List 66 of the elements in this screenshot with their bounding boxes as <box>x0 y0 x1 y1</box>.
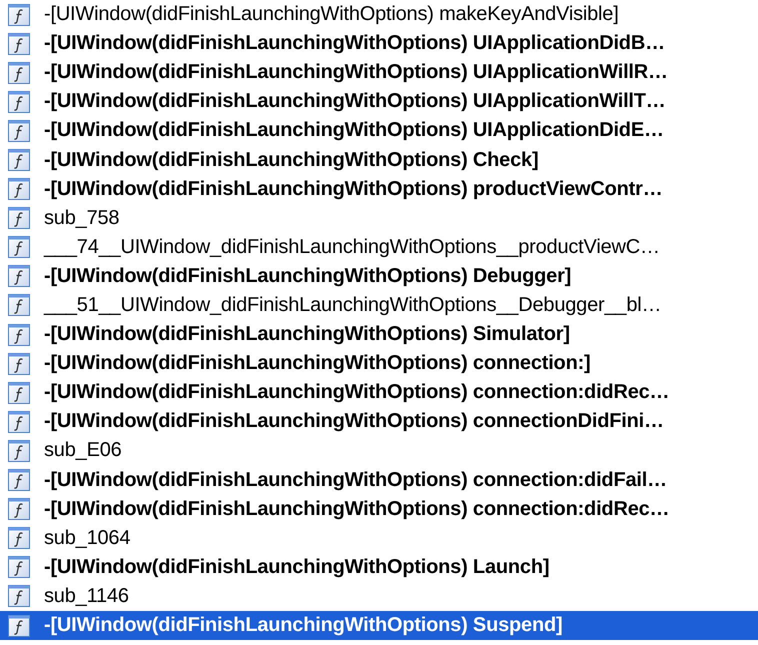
function-row[interactable]: ___74__UIWindow_didFinishLaunchingWithOptions__productViewC… <box>0 232 758 262</box>
function-icon <box>8 62 30 84</box>
function-row[interactable]: -[UIWindow(didFinishLaunchingWithOptions) Suspend] <box>0 610 758 640</box>
function-name: -[UIWindow(didFinishLaunchingWithOptions) connection:didFail… <box>44 468 667 492</box>
function-icon <box>8 469 30 492</box>
function-icon <box>8 585 30 608</box>
function-icon <box>8 32 30 55</box>
function-icon <box>8 614 30 637</box>
function-icon <box>8 90 30 113</box>
function-icon <box>8 556 30 578</box>
function-name: -[UIWindow(didFinishLaunchingWithOptions) Launch] <box>44 556 550 579</box>
function-row[interactable]: sub_1146 <box>0 582 758 611</box>
function-icon <box>8 410 30 433</box>
function-row[interactable]: -[UIWindow(didFinishLaunchingWithOptions) connection:] <box>0 349 758 378</box>
function-row[interactable]: -[UIWindow(didFinishLaunchingWithOptions) Simulator] <box>0 320 758 350</box>
function-row[interactable]: -[UIWindow(didFinishLaunchingWithOptions) connection:didFail… <box>0 466 758 495</box>
function-icon <box>8 207 30 230</box>
function-icon <box>8 294 30 316</box>
function-icon <box>8 440 30 462</box>
function-name: -[UIWindow(didFinishLaunchingWithOptions) UIApplicationWillT… <box>44 90 666 114</box>
function-row[interactable]: sub_758 <box>0 204 758 233</box>
function-row[interactable]: -[UIWindow(didFinishLaunchingWithOptions) Launch] <box>0 552 758 582</box>
function-name: sub_E06 <box>44 439 122 462</box>
function-icon <box>8 265 30 288</box>
function-row[interactable]: -[UIWindow(didFinishLaunchingWithOptions) UIApplicationWillR… <box>0 58 758 88</box>
function-row[interactable]: -[UIWindow(didFinishLaunchingWithOptions) Debugger] <box>0 262 758 291</box>
function-name: -[UIWindow(didFinishLaunchingWithOptions) Suspend] <box>44 614 562 638</box>
function-row[interactable]: -[UIWindow(didFinishLaunchingWithOptions) UIApplicationDidB… <box>0 29 758 58</box>
function-row[interactable]: sub_1064 <box>0 524 758 553</box>
function-name: -[UIWindow(didFinishLaunchingWithOptions) productViewContr… <box>44 178 662 201</box>
function-name: sub_1146 <box>44 584 129 608</box>
function-icon <box>8 352 30 375</box>
function-name: sub_1064 <box>44 526 130 550</box>
function-icon <box>8 382 30 404</box>
function-icon <box>8 527 30 550</box>
function-name: -[UIWindow(didFinishLaunchingWithOptions) Check] <box>44 148 538 172</box>
function-icon <box>8 120 30 142</box>
function-icon <box>8 4 30 26</box>
function-row[interactable]: -[UIWindow(didFinishLaunchingWithOptions) Check] <box>0 145 758 175</box>
function-icon <box>8 236 30 258</box>
function-row[interactable]: -[UIWindow(didFinishLaunchingWithOptions) connection:didRec… <box>0 378 758 408</box>
function-row[interactable]: -[UIWindow(didFinishLaunchingWithOptions) makeKeyAndVisible] <box>0 0 758 30</box>
function-row[interactable]: sub_E06 <box>0 436 758 466</box>
function-name: -[UIWindow(didFinishLaunchingWithOptions) connection:] <box>44 352 591 376</box>
function-name: -[UIWindow(didFinishLaunchingWithOptions) Debugger] <box>44 264 572 288</box>
function-icon <box>8 498 30 520</box>
function-name: ___74__UIWindow_didFinishLaunchingWithOptions__productViewC… <box>44 236 660 259</box>
function-icon <box>8 178 30 200</box>
function-row[interactable]: -[UIWindow(didFinishLaunchingWithOptions) UIApplicationDidE… <box>0 116 758 146</box>
function-name: -[UIWindow(didFinishLaunchingWithOptions) UIApplicationDidE… <box>44 119 664 142</box>
function-name: -[UIWindow(didFinishLaunchingWithOptions) connection:didRec… <box>44 381 670 404</box>
function-name: -[UIWindow(didFinishLaunchingWithOptions) UIApplicationWillR… <box>44 61 668 84</box>
function-name: ___51__UIWindow_didFinishLaunchingWithOptions__Debugger__bl… <box>44 294 662 317</box>
function-row[interactable]: ___51__UIWindow_didFinishLaunchingWithOptions__Debugger__bl… <box>0 290 758 320</box>
function-row[interactable]: -[UIWindow(didFinishLaunchingWithOptions) productViewContr… <box>0 174 758 204</box>
function-name: -[UIWindow(didFinishLaunchingWithOptions) connection:didRec… <box>44 498 670 521</box>
function-row[interactable]: -[UIWindow(didFinishLaunchingWithOptions) connectionDidFini… <box>0 407 758 436</box>
function-icon <box>8 324 30 346</box>
function-name: -[UIWindow(didFinishLaunchingWithOptions) makeKeyAndVisible] <box>44 3 619 26</box>
function-row[interactable]: -[UIWindow(didFinishLaunchingWithOptions) connection:didRec… <box>0 494 758 524</box>
function-name: -[UIWindow(didFinishLaunchingWithOptions) connectionDidFini… <box>44 410 664 434</box>
function-name: -[UIWindow(didFinishLaunchingWithOptions) Simulator] <box>44 323 570 346</box>
function-row[interactable]: -[UIWindow(didFinishLaunchingWithOptions) UIApplicationWillT… <box>0 87 758 116</box>
function-name: sub_758 <box>44 206 120 230</box>
function-name: -[UIWindow(didFinishLaunchingWithOptions) UIApplicationDidB… <box>44 32 665 56</box>
function-icon <box>8 149 30 172</box>
